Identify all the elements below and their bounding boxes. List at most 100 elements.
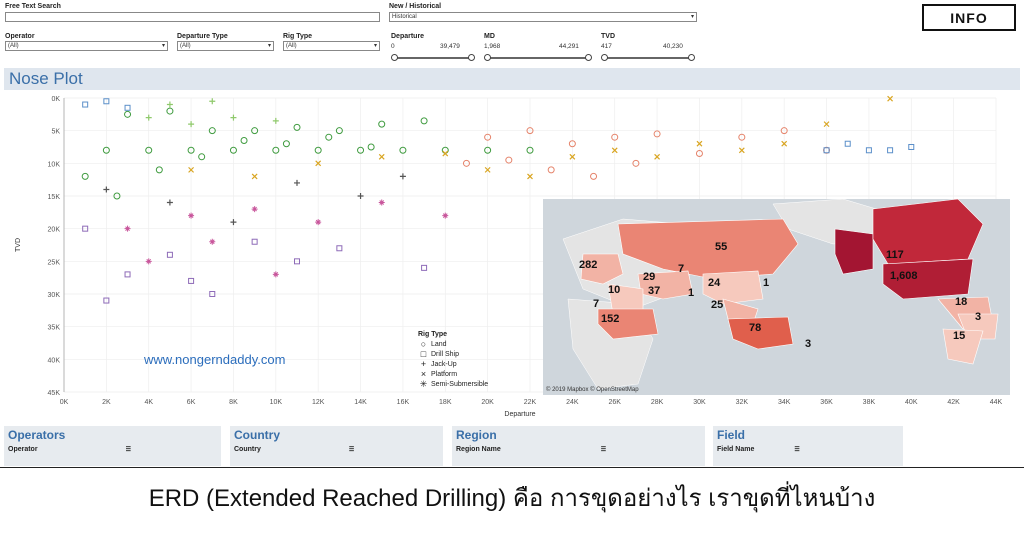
tvd-range-max: 40,230 [663, 43, 683, 50]
map-label: 55 [715, 241, 728, 253]
md-range-label: MD [484, 33, 495, 40]
info-button[interactable]: INFO [922, 4, 1016, 31]
md-slider-track[interactable] [487, 57, 588, 59]
map-shapes [562, 199, 999, 390]
data-point [421, 264, 428, 271]
world-map[interactable]: 55 282 29 7 10 37 1 24 1 7 25 152 78 3 1… [543, 199, 1010, 395]
map-attribution: © 2019 Mapbox © OpenStreetMap [546, 387, 639, 393]
data-point [230, 114, 237, 121]
x-tick-label: 2K [102, 399, 111, 406]
new-historical-select[interactable]: Historical ▾ [389, 12, 697, 22]
caption-text: ERD (Extended Reached Drilling) คือ การข… [148, 485, 876, 512]
column-header[interactable]: Region Name ☰ [452, 442, 705, 453]
legend-item[interactable]: ○ Land [418, 339, 488, 349]
map-label: 152 [601, 313, 620, 325]
departure-type-select[interactable]: (All) ▾ [177, 41, 274, 51]
x-tick-label: 8K [229, 399, 238, 406]
dashboard: Free Text Search New / Historical Histor… [0, 0, 1024, 538]
rig-type-select[interactable]: (All) ▾ [283, 41, 380, 51]
x-tick-label: 4K [144, 399, 153, 406]
data-point [124, 225, 131, 232]
column-header[interactable]: Country ☰ [230, 442, 443, 453]
map-label: 24 [708, 277, 721, 289]
legend-item[interactable]: × Platform [418, 369, 488, 379]
sort-icon[interactable]: ☰ [349, 446, 354, 453]
column-header[interactable]: Operator ☰ [4, 442, 221, 453]
data-point [103, 186, 110, 193]
data-point [399, 173, 406, 180]
data-point [367, 143, 375, 151]
region-panel: Region Region Name ☰ [452, 426, 705, 466]
data-point [166, 199, 173, 206]
sort-icon[interactable]: ☰ [794, 446, 799, 453]
sort-icon[interactable]: ☰ [601, 446, 606, 453]
x-tick-label: 40K [905, 399, 918, 406]
operator-select[interactable]: (All) ▾ [5, 41, 168, 51]
md-slider-max-handle[interactable] [585, 54, 592, 61]
operators-panel: Operators Operator ☰ [4, 426, 221, 466]
sort-icon[interactable]: ☰ [126, 446, 131, 453]
legend-label: Land [431, 340, 447, 348]
chevron-down-icon: ▾ [267, 43, 271, 49]
column-header[interactable]: Field Name ☰ [713, 442, 903, 453]
y-tick-label: 15K [48, 194, 61, 201]
caption-divider [0, 467, 1024, 468]
data-point [887, 95, 894, 102]
data-point [844, 140, 851, 147]
x-axis-title: Departure [504, 411, 535, 418]
legend-item[interactable]: ✳ Semi-Submersible [418, 379, 488, 389]
x-tick-label: 30K [693, 399, 706, 406]
data-point [887, 147, 894, 154]
new-historical-value: Historical [392, 14, 417, 20]
x-tick-label: 42K [947, 399, 960, 406]
circle-icon: ○ [420, 339, 427, 349]
map-label: 37 [648, 285, 661, 297]
x-tick-label: 0K [60, 399, 69, 406]
legend-label: Platform [431, 370, 458, 378]
x-tick-label: 14K [354, 399, 367, 406]
departure-slider-max-handle[interactable] [468, 54, 475, 61]
tvd-slider-track[interactable] [604, 57, 691, 59]
x-tick-label: 34K [778, 399, 791, 406]
x-tick-label: 20K [481, 399, 494, 406]
data-point [188, 121, 195, 128]
data-point [505, 156, 513, 164]
free-text-input[interactable] [5, 12, 380, 22]
map-label: 18 [955, 296, 968, 308]
x-tick-label: 24K [566, 399, 579, 406]
map-label: 1 [688, 287, 695, 299]
column-label: Region Name [456, 446, 501, 453]
x-tick-label: 10K [270, 399, 283, 406]
legend-label: Jack-Up [431, 360, 457, 368]
panel-title: Field [717, 428, 746, 442]
data-point [188, 212, 195, 219]
tvd-slider-min-handle[interactable] [601, 54, 608, 61]
md-slider-min-handle[interactable] [484, 54, 491, 61]
title-bar: Nose Plot [4, 68, 1020, 90]
md-range-min: 1,968 [484, 43, 501, 50]
y-axis-title: TVD [15, 238, 22, 252]
departure-slider-min-handle[interactable] [391, 54, 398, 61]
y-tick-label: 35K [48, 325, 61, 332]
y-tick-label: 10K [48, 161, 61, 168]
data-point [357, 193, 364, 199]
y-tick-label: 0K [51, 96, 60, 103]
tvd-slider-max-handle[interactable] [688, 54, 695, 61]
tvd-range-min: 417 [601, 43, 612, 50]
map-country-alaska [834, 228, 874, 275]
data-point [209, 98, 216, 105]
data-point [124, 110, 132, 118]
data-point [251, 206, 258, 213]
data-point [325, 133, 333, 141]
map-label: 25 [711, 299, 724, 311]
legend-item[interactable]: + Jack-Up [418, 359, 488, 369]
departure-slider-track[interactable] [394, 57, 471, 59]
data-point [442, 212, 449, 219]
departure-range-label: Departure [391, 33, 425, 40]
data-point [124, 104, 131, 111]
data-point [82, 101, 89, 108]
legend-item[interactable]: □ Drill Ship [418, 349, 488, 359]
legend-label: Drill Ship [431, 350, 460, 358]
data-point [166, 101, 173, 108]
map-label: 10 [608, 284, 621, 296]
